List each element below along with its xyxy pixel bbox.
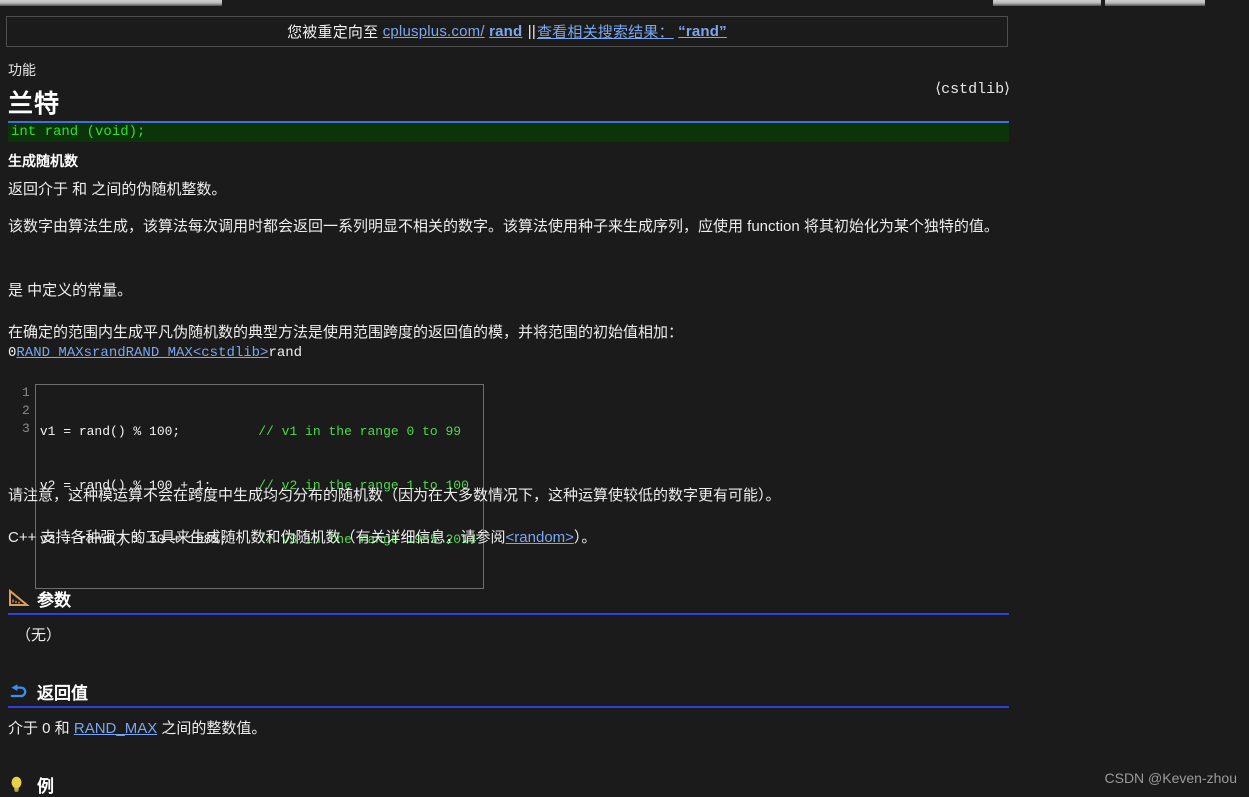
random-header-link[interactable]: <random> — [506, 529, 574, 546]
description-paragraph-4: 在确定的范围内生成平凡伪随机数的典型方法是使用范围跨度的返回值的模，并将范围的初… — [8, 324, 684, 341]
section-return-value-body: 介于 0 和 RAND_MAX 之间的整数值。 — [8, 717, 1009, 741]
section-parameters-header: 参数 — [8, 586, 1009, 610]
code-text: v1 = rand() % 100; — [39, 424, 259, 439]
function-subhead: 生成随机数 — [8, 153, 78, 169]
function-signature: int rand (void); — [8, 123, 1009, 142]
section-example-header: 例 — [8, 772, 1009, 796]
lightbulb-icon — [8, 774, 30, 794]
return-arrow-icon — [8, 681, 30, 701]
ruler-icon — [8, 588, 30, 608]
section-return-value: 返回值 介于 0 和 RAND_MAX 之间的整数值。 — [8, 679, 1009, 741]
code-line: v1 = rand() % 100; // v1 in the range 0 … — [40, 423, 477, 441]
description-paragraph-3: 是 中定义的常量。 — [8, 282, 133, 299]
code-line-number: 1 — [22, 385, 30, 400]
chrome-underlay — [0, 6, 1249, 12]
page-kicker: 功能 — [8, 62, 36, 78]
page-title: 兰特 — [8, 90, 61, 118]
csdn-watermark: CSDN @Keven-zhou — [1104, 770, 1238, 786]
random-header-paragraph: C++ 支持各种强大的工具来生成随机数和伪随机数（有关详细信息，请参阅<rand… — [8, 525, 1004, 551]
section-return-value-divider — [8, 706, 1009, 708]
section-example: 例 — [8, 772, 1009, 797]
code-line-number: 3 — [22, 421, 30, 436]
note-paragraph: 请注意，这种模运算不会在跨度中生成均匀分布的随机数（因为在大多数情况下，这种运算… — [8, 487, 781, 504]
description-paragraph-1: 返回介于 和 之间的伪随机整数。 — [8, 181, 227, 198]
redirect-domain-link[interactable]: cplusplus.com/ — [383, 23, 485, 40]
section-parameters-label: 参数 — [37, 590, 71, 610]
code-line-number: 2 — [22, 403, 30, 418]
rand-text: rand — [268, 345, 303, 361]
return-text-b: 之间的整数值。 — [157, 720, 267, 737]
section-example-label: 例 — [37, 776, 54, 796]
banner-separator: || — [527, 23, 536, 40]
random-paragraph-text-a: C++ 支持各种强大的工具来生成随机数和伪随机数（有关详细信息，请参阅 — [8, 529, 506, 546]
search-results-link[interactable]: 查看相关搜索结果： — [537, 21, 674, 42]
random-paragraph-text-b: ）。 — [573, 529, 597, 546]
rand-max-return-link[interactable]: RAND_MAX — [74, 720, 157, 737]
section-parameters: 参数 （无） — [8, 586, 1009, 648]
redirect-term-link[interactable]: rand — [489, 23, 522, 40]
return-text-a: 介于 0 和 — [8, 720, 74, 737]
section-return-value-label: 返回值 — [37, 683, 88, 703]
section-parameters-body: （无） — [16, 627, 62, 644]
description-paragraph-2: 该数字由算法生成，该算法每次调用时都会返回一系列明显不相关的数字。该算法使用种子… — [8, 218, 999, 235]
cstdlib-link[interactable]: <cstdlib> — [193, 345, 269, 361]
search-term-link[interactable]: “rand” — [678, 23, 727, 40]
rand-max-link[interactable]: RAND_MAXsrandRAND_MAX — [16, 345, 192, 361]
include-header: ⟨cstdlib⟩ — [935, 81, 1010, 98]
code-comment: // v1 in the range 0 to 99 — [258, 424, 462, 439]
section-parameters-divider — [8, 613, 1009, 615]
redirect-prefix: 您被重定向至 — [287, 24, 379, 41]
section-return-value-header: 返回值 — [8, 679, 1009, 703]
redirect-banner: 您被重定向至 cplusplus.com/ rand || 查看相关搜索结果： … — [6, 16, 1008, 47]
inline-reference-line: 0RAND_MAXsrandRAND_MAX<cstdlib>rand — [8, 345, 302, 361]
